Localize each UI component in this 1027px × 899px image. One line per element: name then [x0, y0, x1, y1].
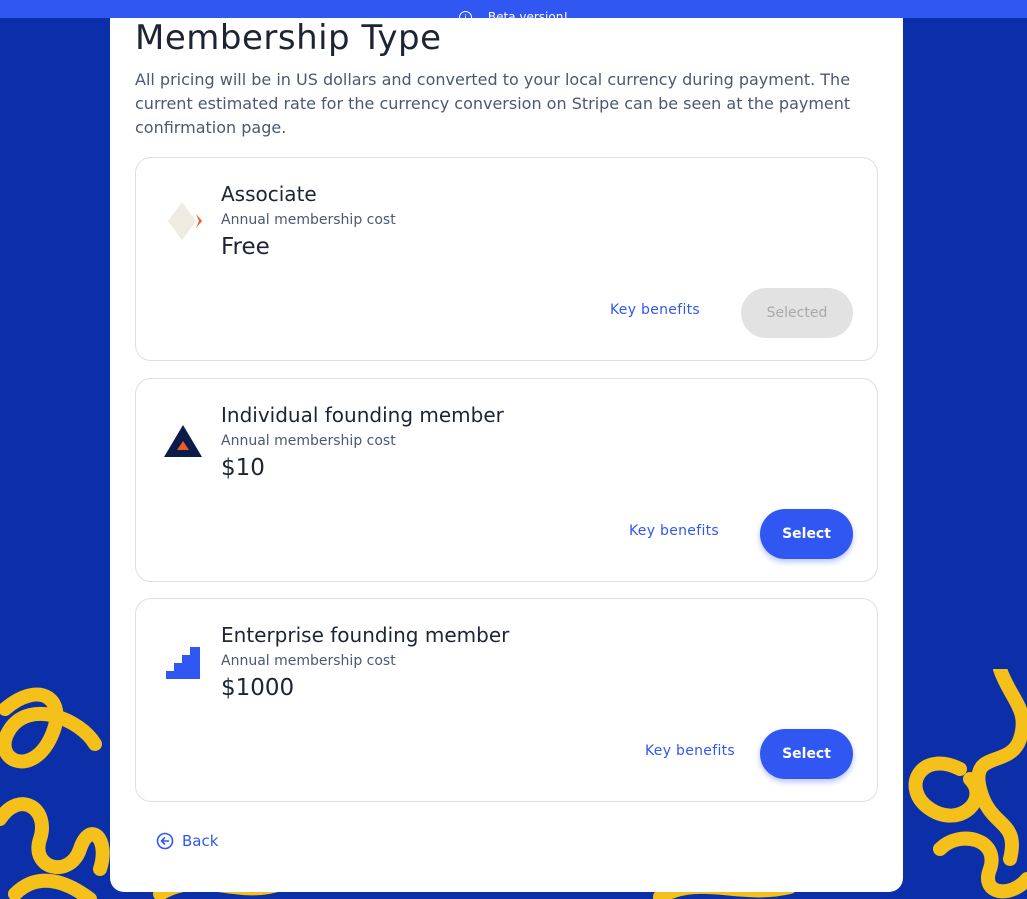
info-icon: i — [458, 10, 472, 18]
select-button[interactable]: Select — [760, 729, 853, 779]
arrow-left-circle-icon — [156, 832, 174, 850]
card-price: $1000 — [221, 675, 295, 701]
card-price: $10 — [221, 455, 265, 481]
membership-card-associate: Associate Annual membership cost Free Ke… — [135, 157, 878, 361]
beta-banner-text: Beta version! — [487, 10, 569, 18]
membership-panel: Membership Type All pricing will be in U… — [110, 18, 903, 892]
card-cost-label: Annual membership cost — [221, 433, 396, 449]
page-title: Membership Type — [135, 18, 442, 58]
card-cost-label: Annual membership cost — [221, 212, 396, 228]
key-benefits-link[interactable]: Key benefits — [610, 302, 700, 318]
back-label: Back — [182, 832, 219, 850]
selected-button[interactable]: Selected — [741, 288, 853, 338]
card-price: Free — [221, 234, 270, 260]
key-benefits-link[interactable]: Key benefits — [629, 523, 719, 539]
membership-card-enterprise: Enterprise founding member Annual member… — [135, 598, 878, 802]
select-button[interactable]: Select — [760, 509, 853, 559]
pricing-intro: All pricing will be in US dollars and co… — [135, 70, 851, 137]
card-cost-label: Annual membership cost — [221, 653, 396, 669]
key-benefits-link[interactable]: Key benefits — [645, 743, 735, 759]
stairs-icon — [166, 647, 200, 679]
triangle-icon — [164, 425, 202, 457]
back-button[interactable]: Back — [156, 832, 218, 850]
card-title: Individual founding member — [221, 403, 504, 427]
associate-diamond-icon — [168, 202, 202, 240]
beta-banner: i Beta version! — [0, 0, 1027, 18]
membership-card-individual: Individual founding member Annual member… — [135, 378, 878, 582]
card-title: Associate — [221, 182, 317, 206]
card-title: Enterprise founding member — [221, 623, 510, 647]
